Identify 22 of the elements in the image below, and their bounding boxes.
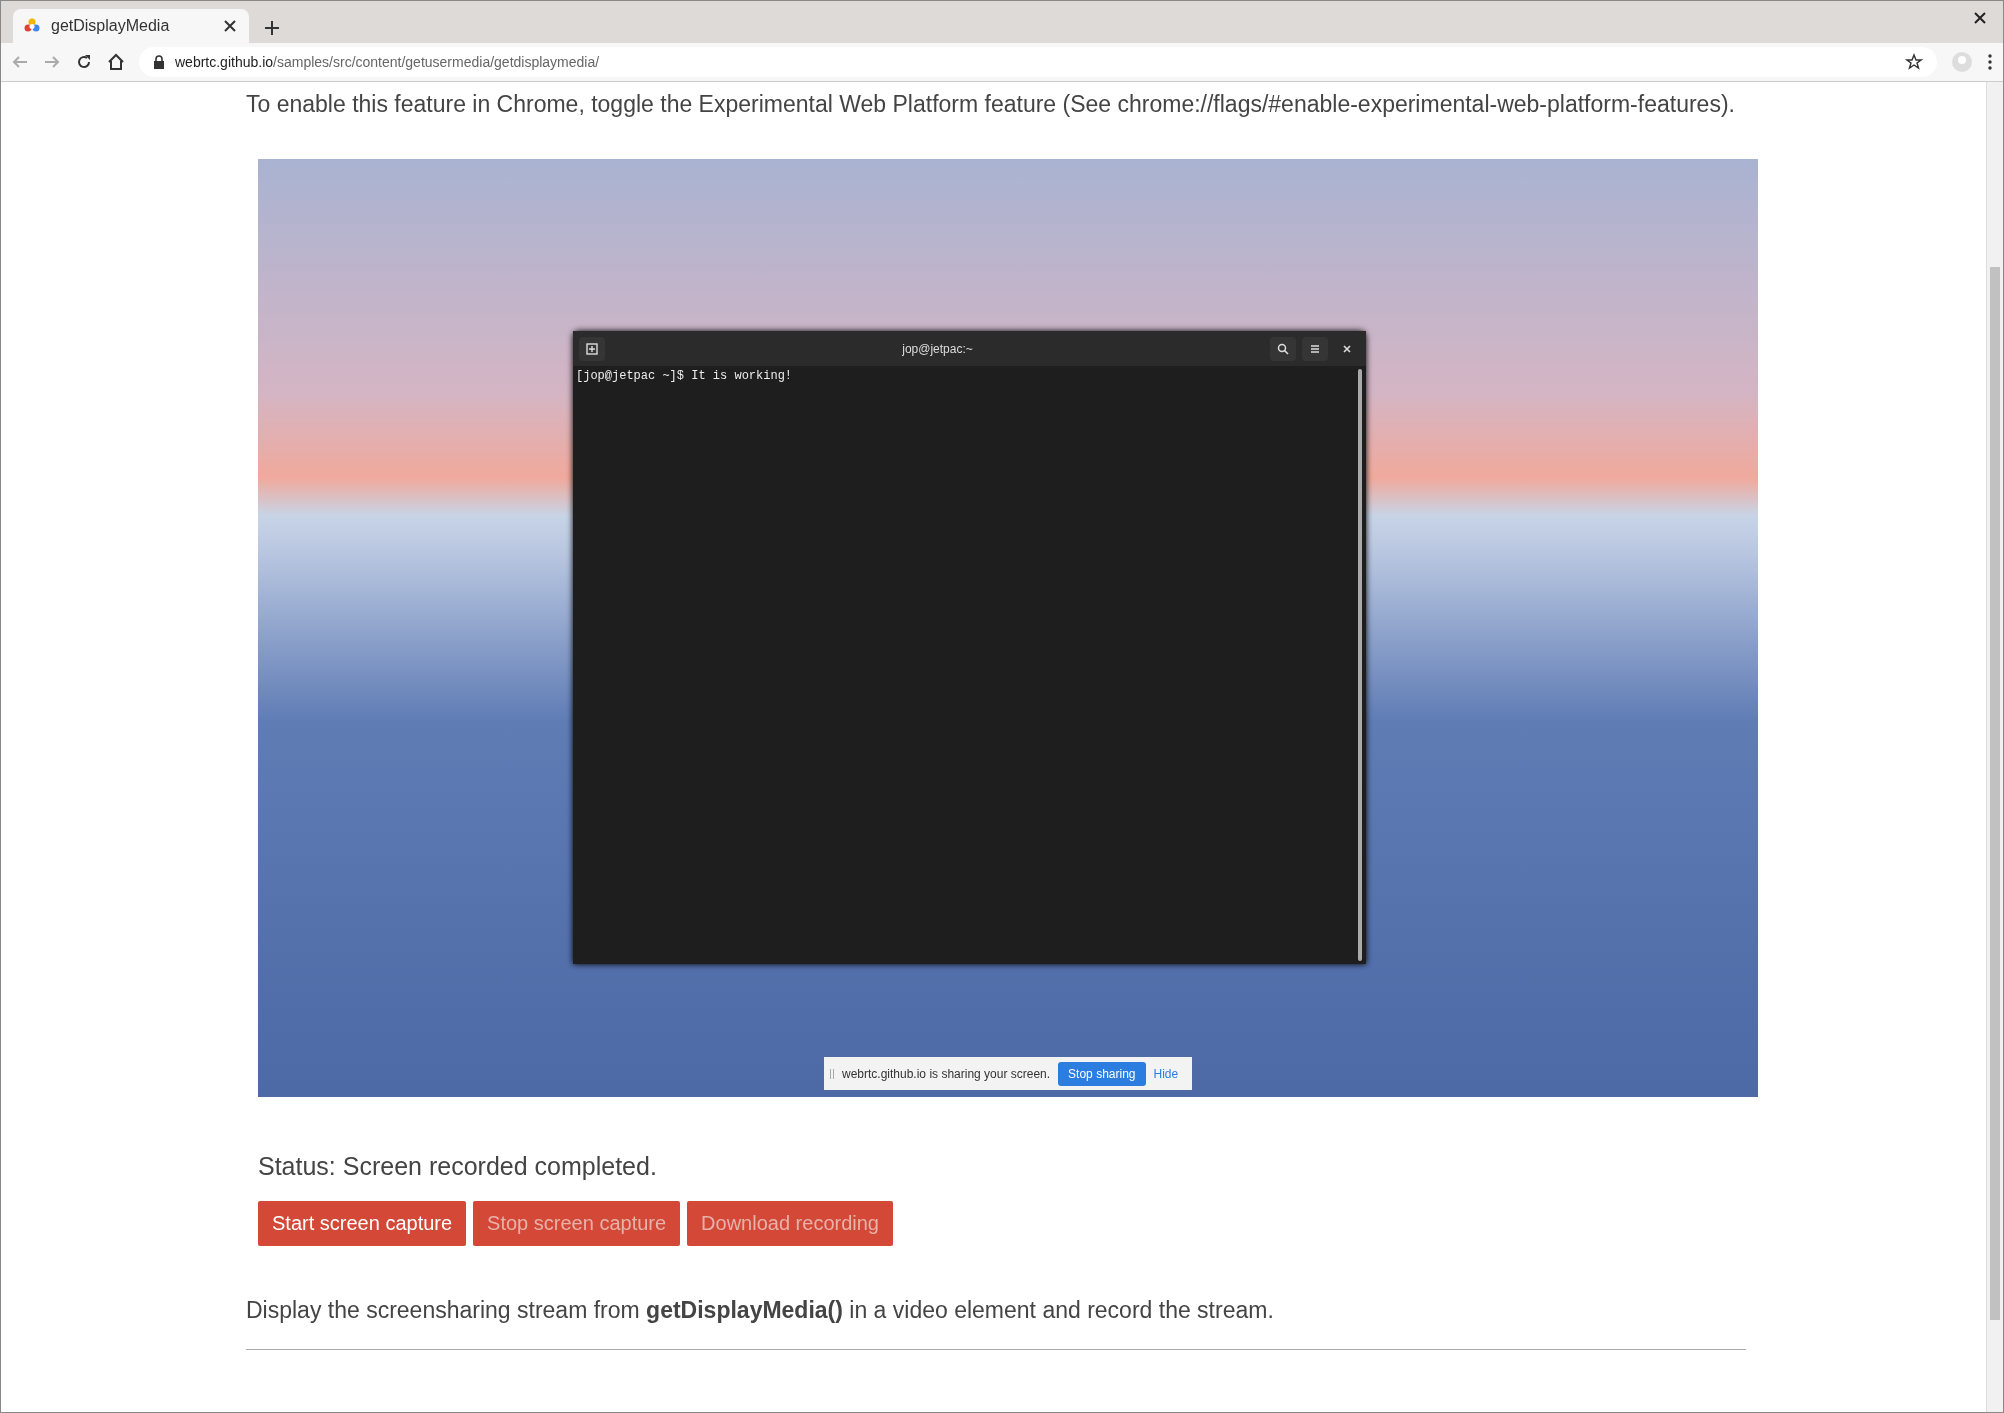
description-paragraph: Display the screensharing stream from getDisplayMedia() in a video element and record the stream. (246, 1296, 1275, 1325)
url-text: webrtc.github.io/samples/src/content/getusermedia/getdisplaymedia/ (175, 54, 600, 70)
address-bar[interactable]: webrtc.github.io/samples/src/content/getusermedia/getdisplaymedia/ (139, 47, 1937, 77)
menu-icon[interactable] (1302, 336, 1328, 361)
star-icon[interactable] (1905, 53, 1923, 71)
terminal-title: jop@jetpac:~ (901, 341, 974, 356)
new-tab-icon[interactable] (579, 336, 605, 361)
capture-button[interactable]: Start screen capture (258, 1201, 467, 1246)
intro-paragraph: To enable this feature in Chrome, toggle the Experimental Web Platform feature (See chrome://flags/#enable-experimental-web-platform-features). (246, 90, 1736, 119)
lock-icon (153, 55, 165, 69)
browser-tab[interactable]: getDisplayMedia (13, 9, 249, 43)
terminal-line: [jop@jetpac ~]$ It is working! (576, 369, 794, 383)
hide-link[interactable]: Hide (1153, 1066, 1179, 1081)
home-icon[interactable] (107, 53, 125, 71)
close-icon[interactable] (1973, 11, 1987, 25)
stop-sharing-button[interactable]: Stop sharing (1058, 1061, 1146, 1086)
more-menu-icon[interactable] (1987, 53, 1993, 71)
sharing-message: webrtc.github.io is sharing your screen. (842, 1066, 1051, 1081)
reload-icon[interactable] (75, 53, 93, 71)
search-icon[interactable] (1270, 336, 1296, 361)
scrollbar[interactable] (1986, 82, 2003, 1412)
status-text: Status: Screen recorded completed. (258, 1152, 658, 1181)
